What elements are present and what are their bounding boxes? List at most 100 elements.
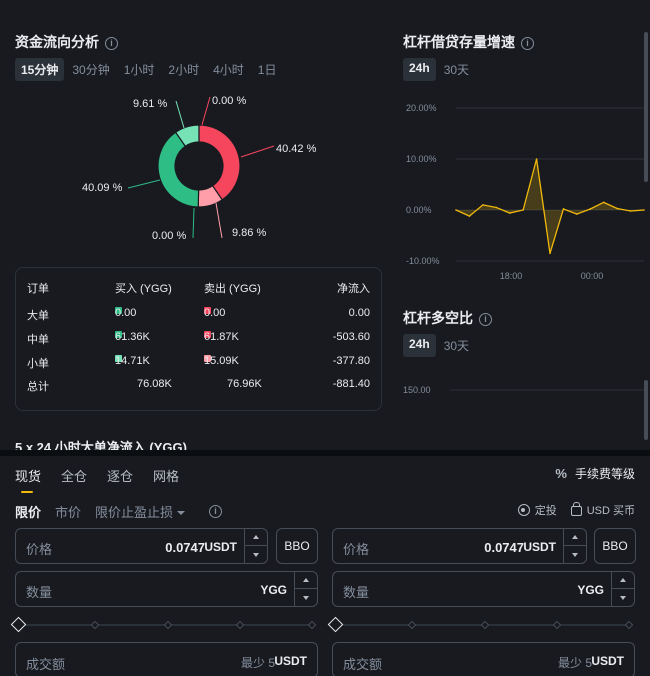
slider-tick[interactable]	[552, 620, 562, 630]
donut-slice[interactable]	[198, 124, 241, 201]
info-icon[interactable]: i	[209, 505, 223, 518]
buy-crypto-link[interactable]: USD 买币	[570, 502, 635, 518]
increment-button[interactable]	[612, 572, 634, 589]
slider-tick[interactable]	[624, 620, 634, 630]
data-point	[549, 252, 551, 255]
increment-button[interactable]	[564, 529, 586, 546]
slider-handle[interactable]	[327, 616, 344, 633]
chevron-up-icon	[620, 578, 626, 582]
leader-line	[175, 100, 185, 129]
decrement-button[interactable]	[612, 589, 634, 606]
interval-tab-2[interactable]: 1小时	[118, 58, 161, 81]
margin-growth-range-tabs: 24h 30天	[403, 58, 475, 81]
donut-label-buy-medium: 40.09 %	[82, 182, 123, 194]
fund-flow-title: 资金流向分析 i	[15, 32, 118, 52]
fund-flow-table: 订单 买入 (YGG) 卖出 (YGG) 净流入 大单 0.00 0.00 0.00 中…	[15, 267, 382, 411]
data-point	[455, 209, 457, 211]
sell-price-input[interactable]: 价格 0.0747 USDT	[332, 528, 587, 564]
decrement-button[interactable]	[245, 546, 267, 563]
order-type-tab-2[interactable]: 限价止盈止损	[95, 502, 186, 521]
info-icon[interactable]: i	[479, 313, 492, 326]
y-tick-label: 150.00	[403, 385, 431, 395]
table-total-row: 总计 76.08K 76.96K -881.40	[27, 378, 370, 394]
decrement-button[interactable]	[564, 546, 586, 563]
increment-button[interactable]	[295, 572, 317, 589]
decrement-button[interactable]	[295, 589, 317, 606]
data-point	[589, 208, 592, 210]
fee-level-link[interactable]: % 手续费等级	[555, 465, 635, 482]
info-icon[interactable]: i	[521, 37, 534, 50]
slider-tick[interactable]	[307, 620, 317, 630]
table-row: 中单 61.36K 61.87K -503.60	[27, 331, 370, 346]
interval-tab-1[interactable]: 30分钟	[66, 58, 115, 81]
leader-line	[201, 96, 211, 126]
fund-flow-donut-chart	[127, 96, 275, 239]
buy-quantity-input[interactable]: 数量 YGG	[15, 571, 318, 607]
trade-mode-tab-3[interactable]: 网格	[153, 466, 179, 493]
slider-tick[interactable]	[90, 620, 100, 630]
table-header-row: 订单 买入 (YGG) 卖出 (YGG) 净流入	[27, 280, 370, 296]
net-cell: -503.60	[332, 331, 370, 343]
order-type-tab-1[interactable]: 市价	[55, 502, 81, 521]
y-tick-label: 20.00%	[406, 103, 437, 113]
trade-mode-tab-1[interactable]: 全仓	[61, 466, 87, 493]
quick-links: 定投 USD 买币	[517, 502, 635, 518]
increment-button[interactable]	[245, 529, 267, 546]
trade-mode-tab-0[interactable]: 现货	[15, 466, 41, 493]
data-point	[508, 212, 511, 214]
chevron-down-icon	[620, 595, 626, 600]
sell-total-input[interactable]: 成交额 最少 5 USDT	[332, 642, 635, 676]
y-tick-label: -10.00%	[406, 256, 440, 266]
caret-down-icon	[177, 511, 186, 515]
buy-total-input[interactable]: 成交额 最少 5 USDT	[15, 642, 318, 676]
sell-quantity-input[interactable]: 数量 YGG	[332, 571, 635, 607]
interval-tab-5[interactable]: 1日	[252, 58, 283, 81]
net-cell: -881.40	[332, 378, 370, 390]
slider-tick[interactable]	[407, 620, 417, 630]
data-point	[643, 209, 645, 211]
interval-tab-4[interactable]: 4小时	[207, 58, 250, 81]
large-order-netflow-title: 5 x 24 小时大单净流入 (YGG)	[15, 440, 187, 450]
buy-cell: 76.08K	[137, 378, 172, 390]
data-point	[616, 207, 618, 210]
auto-invest-link[interactable]: 定投	[517, 502, 557, 518]
area-fill	[456, 159, 644, 254]
slider-tick[interactable]	[235, 620, 245, 630]
sell-bbo-button[interactable]: BBO	[594, 528, 636, 564]
slider-tick[interactable]	[163, 620, 173, 630]
margin-range-tab-1[interactable]: 30天	[438, 58, 475, 81]
chevron-up-icon	[303, 578, 309, 582]
slider-handle[interactable]	[10, 616, 27, 633]
interval-tab-0[interactable]: 15分钟	[15, 58, 65, 81]
sell-amount-slider[interactable]	[327, 616, 635, 633]
donut-label-buy-large: 0.00 %	[212, 95, 247, 107]
order-type-tab-0[interactable]: 限价	[15, 502, 41, 521]
data-point	[576, 213, 578, 215]
chevron-up-icon	[253, 535, 259, 539]
quantity-stepper	[294, 572, 317, 606]
sell-cell: 76.96K	[227, 378, 262, 390]
fund-flow-interval-tabs: 15分钟 30分钟 1小时 2小时 4小时 1日	[15, 58, 282, 81]
buy-bbo-button[interactable]: BBO	[276, 528, 318, 564]
table-header: 订单	[27, 283, 49, 295]
row-label: 大单	[27, 310, 49, 322]
margin-growth-title: 杠杆借贷存量增速 i	[403, 32, 534, 52]
interval-tab-3[interactable]: 2小时	[162, 58, 205, 81]
margin-range-tab-0[interactable]: 24h	[403, 58, 436, 81]
quantity-stepper	[611, 572, 634, 606]
slider-tick[interactable]	[480, 620, 490, 630]
trade-mode-tab-2[interactable]: 逐仓	[107, 466, 133, 493]
scrollbar-thumb[interactable]	[644, 380, 648, 440]
longshort-range-tab-1[interactable]: 30天	[438, 334, 475, 357]
buy-amount-slider[interactable]	[10, 616, 318, 633]
leader-line	[215, 202, 223, 239]
x-tick-label: 00:00	[581, 271, 604, 281]
scrollbar-thumb[interactable]	[644, 32, 648, 182]
data-point	[468, 215, 471, 217]
data-point	[629, 210, 632, 212]
info-icon[interactable]: i	[105, 37, 118, 50]
table-header: 净流入	[337, 283, 370, 295]
longshort-range-tab-0[interactable]: 24h	[403, 334, 436, 357]
buy-price-input[interactable]: 价格 0.0747 USDT	[15, 528, 268, 564]
percent-icon: %	[555, 466, 567, 481]
